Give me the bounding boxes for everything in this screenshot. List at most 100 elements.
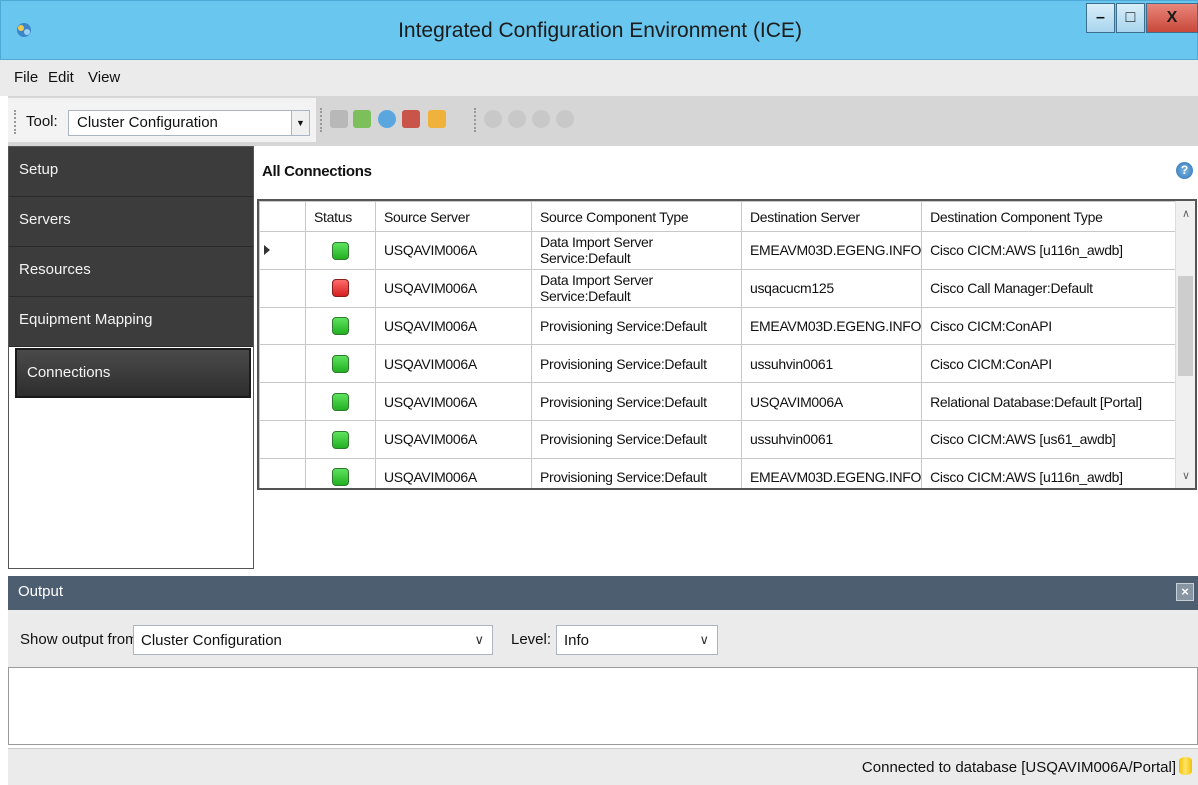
minimize-button[interactable]: – — [1086, 3, 1115, 33]
destination-component-type-cell: Cisco CICM:ConAPI — [921, 306, 1182, 346]
sidebar-item-setup[interactable]: Setup — [9, 147, 253, 197]
current-row-icon — [264, 245, 270, 256]
column-header-status[interactable]: Status — [305, 201, 376, 232]
scroll-up-icon[interactable]: ∧ — [1176, 207, 1195, 220]
destination-component-type-cell: Cisco CICM:AWS [u116n_awdb] — [921, 457, 1182, 488]
tool-label: Tool: — [26, 113, 58, 130]
maximize-button[interactable]: □ — [1116, 3, 1145, 33]
row-header[interactable] — [259, 344, 306, 384]
output-panel-header: Output × — [8, 576, 1198, 610]
column-header-destination-component-type[interactable]: Destination Component Type — [921, 201, 1182, 232]
toolbar-grip-icon[interactable] — [474, 108, 477, 132]
level-value: Info — [564, 632, 590, 649]
scrollbar-thumb[interactable] — [1178, 276, 1193, 376]
source-component-type-cell: Provisioning Service:Default — [531, 344, 742, 384]
database-icon — [1179, 757, 1192, 775]
chevron-down-icon[interactable]: ∨ — [699, 632, 709, 648]
refresh-icon[interactable] — [378, 110, 396, 128]
status-ok-icon — [332, 392, 349, 411]
row-header[interactable] — [259, 457, 306, 488]
table-row[interactable]: USQAVIM006A Data Import Server Service:D… — [259, 268, 1182, 308]
status-ok-icon — [332, 430, 349, 449]
destination-server-cell: EMEAVM03D.EGENG.INFO — [740, 457, 923, 488]
status-error-icon — [332, 279, 349, 298]
tool-selector-area: Tool: Cluster Configuration ▼ — [8, 98, 316, 142]
destination-server-cell: ussuhvin0061 — [740, 419, 923, 459]
status-bar: Connected to database [USQAVIM006A/Porta… — [8, 748, 1198, 785]
status-cell — [305, 306, 376, 346]
toolbar-grip-icon[interactable] — [320, 108, 323, 132]
menu-file[interactable]: File — [14, 69, 38, 86]
destination-server-cell: USQAVIM006A — [740, 382, 923, 421]
level-select[interactable]: Info ∨ — [556, 625, 718, 655]
record-icon[interactable] — [532, 110, 550, 128]
table-row[interactable]: USQAVIM006A Provisioning Service:Default… — [259, 344, 1182, 384]
page-title: All Connections — [262, 163, 372, 180]
destination-component-type-cell: Cisco CICM:ConAPI — [921, 344, 1182, 384]
column-header-source-server[interactable]: Source Server — [375, 201, 532, 232]
chevron-down-icon[interactable]: ∨ — [474, 632, 484, 648]
menu-bar: File Edit View — [0, 60, 1198, 96]
connection-status-text: Connected to database [USQAVIM006A/Porta… — [861, 759, 1176, 776]
table-row[interactable]: USQAVIM006A Provisioning Service:Default… — [259, 382, 1182, 421]
chevron-down-icon[interactable]: ▼ — [291, 111, 309, 135]
help-icon[interactable]: ? — [1176, 162, 1193, 179]
column-header-source-component-type[interactable]: Source Component Type — [531, 201, 742, 232]
row-header[interactable] — [259, 419, 306, 459]
output-source-select[interactable]: Cluster Configuration ∨ — [133, 625, 493, 655]
row-header[interactable] — [259, 382, 306, 421]
close-button[interactable]: X — [1146, 3, 1198, 33]
tool-select[interactable]: Cluster Configuration ▼ — [68, 110, 310, 136]
table-row[interactable]: USQAVIM006A Provisioning Service:Default… — [259, 419, 1182, 459]
status-cell — [305, 457, 376, 488]
save-icon[interactable] — [330, 110, 348, 128]
status-cell — [305, 419, 376, 459]
status-cell — [305, 268, 376, 308]
row-header[interactable] — [259, 268, 306, 308]
save-as-icon[interactable] — [353, 110, 371, 128]
status-ok-icon — [332, 241, 349, 260]
table-row[interactable]: USQAVIM006A Data Import Server Service:D… — [259, 231, 1182, 270]
sidebar-item-servers[interactable]: Servers — [9, 197, 253, 247]
menu-view[interactable]: View — [88, 69, 120, 86]
validate-icon[interactable] — [402, 110, 420, 128]
source-component-type-cell: Data Import Server Service:Default — [531, 231, 742, 270]
folder-icon[interactable] — [428, 110, 446, 128]
scroll-down-icon[interactable]: ∨ — [1176, 469, 1195, 482]
sidebar-item-connections[interactable]: Connections — [15, 348, 251, 398]
table-row[interactable]: USQAVIM006A Provisioning Service:Default… — [259, 306, 1182, 346]
source-server-cell: USQAVIM006A — [375, 231, 532, 270]
destination-component-type-cell: Cisco CICM:AWS [us61_awdb] — [921, 419, 1182, 459]
redo-icon[interactable] — [508, 110, 526, 128]
grid-vertical-scrollbar[interactable]: ∧ ∨ — [1175, 201, 1195, 488]
destination-component-type-cell: Cisco CICM:AWS [u116n_awdb] — [921, 231, 1182, 270]
source-server-cell: USQAVIM006A — [375, 382, 532, 421]
sidebar-item-resources[interactable]: Resources — [9, 247, 253, 297]
output-toolbar: Show output from: Cluster Configuration … — [8, 610, 1198, 667]
menu-edit[interactable]: Edit — [48, 69, 74, 86]
destination-server-cell: EMEAVM03D.EGENG.INFO — [740, 231, 923, 270]
source-server-cell: USQAVIM006A — [375, 306, 532, 346]
row-header[interactable] — [259, 306, 306, 346]
title-bar: Integrated Configuration Environment (IC… — [0, 0, 1198, 60]
sidebar-item-equipment-mapping[interactable]: Equipment Mapping — [9, 297, 253, 347]
row-header[interactable] — [259, 231, 306, 270]
toolbar-grip-icon[interactable] — [14, 110, 17, 134]
status-cell — [305, 231, 376, 270]
destination-server-cell: EMEAVM03D.EGENG.INFO — [740, 306, 923, 346]
source-server-cell: USQAVIM006A — [375, 419, 532, 459]
back-icon[interactable] — [556, 110, 574, 128]
table-header-row: Status Source Server Source Component Ty… — [259, 201, 1182, 232]
table-row[interactable]: USQAVIM006A Provisioning Service:Default… — [259, 457, 1182, 488]
column-header-destination-server[interactable]: Destination Server — [740, 201, 923, 232]
status-cell — [305, 382, 376, 421]
output-panel-title: Output — [18, 583, 64, 600]
window-title: Integrated Configuration Environment (IC… — [398, 19, 802, 42]
close-icon[interactable]: × — [1176, 583, 1194, 601]
undo-icon[interactable] — [484, 110, 502, 128]
row-header-corner — [259, 201, 306, 232]
status-ok-icon — [332, 354, 349, 373]
source-component-type-cell: Provisioning Service:Default — [531, 306, 742, 346]
source-server-cell: USQAVIM006A — [375, 344, 532, 384]
output-text-area[interactable] — [8, 667, 1198, 745]
